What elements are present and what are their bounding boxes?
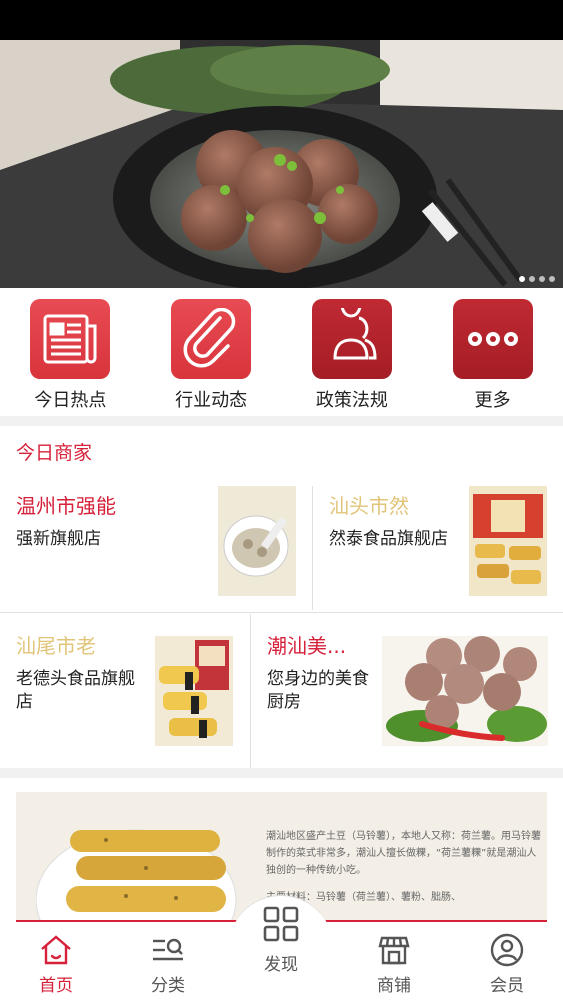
- newspaper-icon: [30, 299, 111, 379]
- merchant-name: 温州市强能: [16, 494, 116, 518]
- merchant-desc: 老德头食品旗舰店: [16, 669, 135, 712]
- divider: [250, 614, 251, 768]
- carousel-dot[interactable]: [519, 276, 525, 282]
- quick-nav-label: 行业动态: [175, 390, 248, 411]
- tab-label: 会员: [490, 976, 524, 996]
- divider: [0, 612, 563, 613]
- quick-nav-label: 更多: [474, 390, 511, 411]
- banner-image: [0, 40, 563, 288]
- carousel-dot[interactable]: [539, 276, 545, 282]
- quick-nav-hot-news[interactable]: 今日热点: [0, 288, 141, 416]
- paperclip-icon: [171, 299, 252, 379]
- quick-nav-label: 今日热点: [34, 390, 107, 411]
- tab-discover[interactable]: 发现: [225, 906, 337, 1000]
- merchant-desc: 您身边的美食厨房: [267, 669, 369, 712]
- merchant-name: 潮汕美...: [267, 634, 347, 658]
- tab-category[interactable]: 分类: [112, 922, 224, 1000]
- quick-nav-industry-news[interactable]: 行业动态: [141, 288, 282, 416]
- users-icon: [311, 299, 392, 379]
- promo-paragraph: 潮汕地区盛产土豆（马铃薯），本地人又称：荷兰薯。用马铃薯制作的菜式非常多，潮汕人…: [266, 831, 541, 876]
- merchant-name: 汕尾市老: [16, 634, 96, 658]
- user-icon: [490, 933, 524, 967]
- grid-icon: [263, 906, 299, 942]
- tab-shop[interactable]: 商铺: [338, 922, 450, 1000]
- merchant-image: [469, 486, 547, 596]
- merchant-card[interactable]: 汕尾市老 老德头食品旗舰店: [0, 614, 249, 768]
- section-title: 今日商家: [16, 442, 93, 464]
- tab-member[interactable]: 会员: [451, 922, 563, 1000]
- more-icon: [452, 299, 533, 379]
- merchant-desc: 强新旗舰店: [16, 529, 101, 549]
- merchant-image: [382, 636, 548, 746]
- merchant-name: 汕头市然: [329, 494, 409, 518]
- quick-nav-policy[interactable]: 政策法规: [282, 288, 423, 416]
- promo-food-image: [36, 829, 237, 922]
- bottom-tabbar: 首页 分类 发现 商铺 会员: [0, 906, 563, 1000]
- merchant-image: [155, 636, 233, 746]
- merchant-image: [218, 486, 296, 596]
- tab-label: 商铺: [377, 976, 411, 996]
- shop-icon: [378, 936, 410, 965]
- merchant-card[interactable]: 潮汕美... 您身边的美食厨房: [251, 614, 563, 768]
- carousel-dot[interactable]: [549, 276, 555, 282]
- carousel-dots: [519, 276, 555, 282]
- category-icon: [153, 938, 183, 961]
- divider: [312, 486, 313, 610]
- tab-label: 首页: [39, 976, 73, 996]
- status-bar: [0, 0, 563, 40]
- quick-nav: 今日热点 行业动态 政策法规 更多: [0, 288, 563, 416]
- tab-label: 发现: [264, 955, 298, 975]
- quick-nav-more[interactable]: 更多: [422, 288, 563, 416]
- merchant-card[interactable]: 汕头市然 然泰食品旗舰店: [313, 474, 563, 612]
- merchants-section: 今日商家 温州市强能 强新旗舰店 汕头市然 然泰食品旗舰店 汕尾市老 老德头食品…: [0, 426, 563, 768]
- banner-carousel[interactable]: [0, 40, 563, 288]
- merchant-desc: 然泰食品旗舰店: [329, 529, 448, 549]
- merchant-card[interactable]: 温州市强能 强新旗舰店: [0, 474, 311, 612]
- home-icon: [41, 935, 71, 965]
- carousel-dot[interactable]: [529, 276, 535, 282]
- tab-label: 分类: [151, 976, 185, 996]
- quick-nav-label: 政策法规: [315, 390, 388, 411]
- tab-home[interactable]: 首页: [0, 922, 112, 1000]
